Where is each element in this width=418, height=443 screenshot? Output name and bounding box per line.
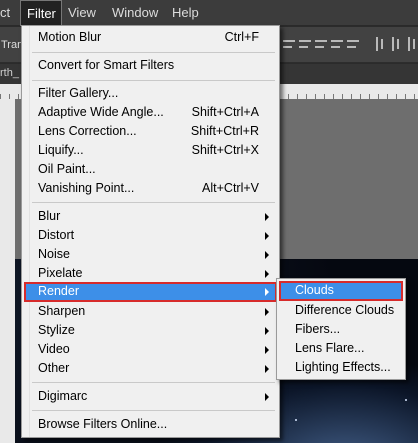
menu-item-shortcut: Shift+Ctrl+R [190, 124, 259, 138]
menu-item-label: Lens Correction... [38, 124, 137, 138]
submenu-arrow-icon [265, 393, 269, 401]
submenu-arrow-icon [265, 308, 269, 316]
menu-item-label: Fibers... [295, 322, 341, 336]
submenu-arrow-icon [265, 327, 269, 335]
menu-item-label: Digimarc [38, 389, 88, 403]
menu-item-label: Sharpen [38, 304, 86, 318]
menu-item-label: Lighting Effects... [295, 360, 391, 374]
submenu-arrow-icon [265, 288, 269, 296]
menu-help[interactable]: Help [172, 0, 208, 26]
document-tab-label: rth_ [0, 67, 19, 79]
star [295, 419, 297, 421]
submenu-arrow-icon [265, 251, 269, 259]
menu-item-label: Render [38, 284, 79, 298]
menu-separator [32, 382, 275, 383]
menu-item-convert-smart-filters[interactable]: Convert for Smart Filters [24, 56, 277, 75]
distribute-left-icon[interactable] [373, 37, 385, 51]
menu-item-video[interactable]: Video [24, 340, 277, 359]
submenu-arrow-icon [265, 270, 269, 278]
menu-bar: ct Filter View Window Help [0, 0, 418, 26]
menu-item-blur[interactable]: Blur [24, 207, 277, 226]
menu-item-sharpen[interactable]: Sharpen [24, 302, 277, 321]
menu-item-browse-filters-online[interactable]: Browse Filters Online... [24, 415, 277, 434]
menu-item-stylize[interactable]: Stylize [24, 321, 277, 340]
menu-item-render[interactable]: Render [24, 282, 277, 302]
menu-item-label: Vanishing Point... [38, 181, 135, 195]
menu-item-label: Adaptive Wide Angle... [38, 105, 164, 119]
menu-item-label: Clouds [295, 283, 334, 297]
align-right-icon[interactable] [315, 37, 327, 51]
align-left-icon[interactable] [283, 37, 295, 51]
menu-item-noise[interactable]: Noise [24, 245, 277, 264]
submenu-arrow-icon [265, 213, 269, 221]
menu-item-filter-gallery[interactable]: Filter Gallery... [24, 84, 277, 103]
menu-view[interactable]: View [68, 0, 108, 26]
menu-item-vanishing-point[interactable]: Vanishing Point... Alt+Ctrl+V [24, 179, 277, 198]
menu-item-label: Browse Filters Online... [38, 417, 168, 431]
menu-item-label: Video [38, 342, 70, 356]
distribute-center-icon[interactable] [389, 37, 401, 51]
menu-item-label: Pixelate [38, 266, 83, 280]
menu-item-motion-blur[interactable]: Motion Blur Ctrl+F [24, 28, 277, 47]
menu-item-shortcut: Shift+Ctrl+X [191, 143, 259, 157]
menu-item-oil-paint[interactable]: Oil Paint... [24, 160, 277, 179]
submenu-item-lighting-effects[interactable]: Lighting Effects... [279, 358, 403, 377]
menu-item-label: Lens Flare... [295, 341, 365, 355]
menu-item-label: Other [38, 361, 70, 375]
distribute-right-icon[interactable] [405, 37, 417, 51]
submenu-arrow-icon [265, 232, 269, 240]
distribute-middle-icon[interactable] [347, 37, 359, 51]
menu-item-adaptive-wide-angle[interactable]: Adaptive Wide Angle... Shift+Ctrl+A [24, 103, 277, 122]
menu-item-lens-correction[interactable]: Lens Correction... Shift+Ctrl+R [24, 122, 277, 141]
menu-separator [32, 410, 275, 411]
menu-item-label: Filter Gallery... [38, 86, 119, 100]
submenu-item-difference-clouds[interactable]: Difference Clouds [279, 301, 403, 320]
menu-item-label: Convert for Smart Filters [38, 58, 175, 72]
align-center-icon[interactable] [299, 37, 311, 51]
menu-separator [32, 80, 275, 81]
submenu-item-lens-flare[interactable]: Lens Flare... [279, 339, 403, 358]
menu-item-other[interactable]: Other [24, 359, 277, 378]
vertical-ruler [0, 99, 15, 443]
menu-item-distort[interactable]: Distort [24, 226, 277, 245]
distribute-top-icon[interactable] [331, 37, 343, 51]
submenu-arrow-icon [265, 346, 269, 354]
menu-item-liquify[interactable]: Liquify... Shift+Ctrl+X [24, 141, 277, 160]
menu-item-label: Motion Blur [38, 30, 102, 44]
menu-item-label: Liquify... [38, 143, 84, 157]
menu-item-label: Noise [38, 247, 70, 261]
filter-menu: Motion Blur Ctrl+F Convert for Smart Fil… [21, 25, 280, 438]
menu-item-pixelate[interactable]: Pixelate [24, 264, 277, 283]
menu-item-shortcut: Ctrl+F [224, 30, 259, 44]
submenu-arrow-icon [265, 365, 269, 373]
menu-item-label: Blur [38, 209, 61, 223]
submenu-item-clouds[interactable]: Clouds [279, 281, 403, 301]
star [405, 399, 407, 401]
menu-item-shortcut: Shift+Ctrl+A [191, 105, 259, 119]
render-submenu: Clouds Difference Clouds Fibers... Lens … [276, 278, 406, 380]
menu-item-digimarc[interactable]: Digimarc [24, 387, 277, 406]
menu-item-label: Distort [38, 228, 75, 242]
menu-item-shortcut: Alt+Ctrl+V [202, 181, 259, 195]
menu-item-label: Oil Paint... [38, 162, 96, 176]
menu-item-label: Difference Clouds [295, 303, 395, 317]
menu-separator [32, 202, 275, 203]
menu-filter[interactable]: Filter [20, 0, 62, 26]
menu-item-label: Stylize [38, 323, 75, 337]
menu-select[interactable]: ct [0, 0, 20, 26]
menu-separator [32, 52, 275, 53]
menu-window[interactable]: Window [112, 0, 162, 26]
submenu-item-fibers[interactable]: Fibers... [279, 320, 403, 339]
